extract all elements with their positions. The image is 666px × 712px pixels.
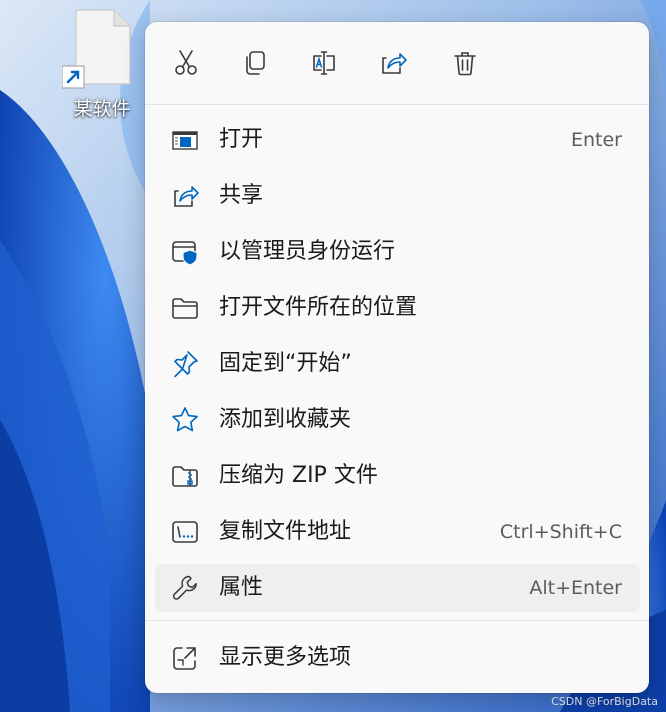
- menu-item-label: 打开文件所在的位置: [219, 295, 418, 320]
- file-icon: [61, 9, 131, 89]
- menu-item-properties[interactable]: 属性 Alt+Enter: [155, 564, 640, 612]
- delete-icon: [454, 52, 476, 76]
- copy-icon: [246, 51, 265, 75]
- menu-item-open[interactable]: 打开 Enter: [155, 116, 640, 164]
- menu-item-label: 固定到“开始”: [219, 351, 352, 376]
- watermark: CSDN @ForBigData: [551, 695, 658, 708]
- desktop: 某软件 打开 Enter 共享 以管理员身份运行 打开文件所在的位置 固定到“开…: [0, 0, 666, 712]
- rename-button[interactable]: [301, 40, 347, 86]
- menu-item-label: 复制文件地址: [219, 519, 352, 544]
- menu-item-label: 压缩为 ZIP 文件: [219, 463, 378, 488]
- show-more-options-icon: [170, 643, 200, 673]
- context-menu: 打开 Enter 共享 以管理员身份运行 打开文件所在的位置 固定到“开始” 添…: [145, 22, 649, 693]
- menu-item-pin-to-start[interactable]: 固定到“开始”: [155, 340, 640, 388]
- menu-divider: [145, 104, 649, 105]
- menu-item-compress-zip[interactable]: 压缩为 ZIP 文件: [155, 452, 640, 500]
- menu-item-label: 属性: [219, 575, 264, 600]
- run-as-admin-shield-icon: [170, 237, 200, 267]
- menu-item-show-more-options[interactable]: 显示更多选项: [155, 634, 640, 682]
- zip-folder-icon: [170, 461, 200, 491]
- copy-button[interactable]: [232, 40, 278, 86]
- menu-item-copy-as-path[interactable]: 复制文件地址 Ctrl+Shift+C: [155, 508, 640, 556]
- copy-path-icon: [170, 517, 200, 547]
- menu-item-label: 显示更多选项: [219, 645, 352, 670]
- share-button[interactable]: [370, 40, 416, 86]
- open-app-icon: [170, 125, 200, 155]
- cut-icon: [175, 50, 197, 75]
- menu-item-shortcut: Alt+Enter: [529, 577, 622, 599]
- menu-item-open-file-location[interactable]: 打开文件所在的位置: [155, 284, 640, 332]
- menu-item-label: 共享: [219, 183, 264, 208]
- menu-item-run-as-admin[interactable]: 以管理员身份运行: [155, 228, 640, 276]
- menu-item-label: 添加到收藏夹: [219, 407, 352, 432]
- wrench-icon: [170, 573, 200, 603]
- quick-actions-bar: [145, 22, 649, 104]
- folder-icon: [170, 293, 200, 323]
- menu-item-share[interactable]: 共享: [155, 172, 640, 220]
- pin-icon: [170, 349, 200, 379]
- share-icon: [170, 181, 200, 211]
- menu-item-label: 打开: [219, 127, 264, 152]
- menu-divider: [145, 620, 649, 621]
- menu-item-shortcut: Enter: [571, 129, 622, 151]
- desktop-file-label: 某软件: [73, 98, 131, 120]
- delete-button[interactable]: [442, 40, 488, 86]
- star-icon: [170, 405, 200, 435]
- share-icon: [382, 53, 407, 74]
- rename-icon: [313, 51, 335, 75]
- cut-button[interactable]: [163, 40, 209, 86]
- menu-item-label: 以管理员身份运行: [219, 239, 396, 264]
- menu-item-add-to-favorites[interactable]: 添加到收藏夹: [155, 396, 640, 444]
- menu-item-shortcut: Ctrl+Shift+C: [499, 521, 622, 543]
